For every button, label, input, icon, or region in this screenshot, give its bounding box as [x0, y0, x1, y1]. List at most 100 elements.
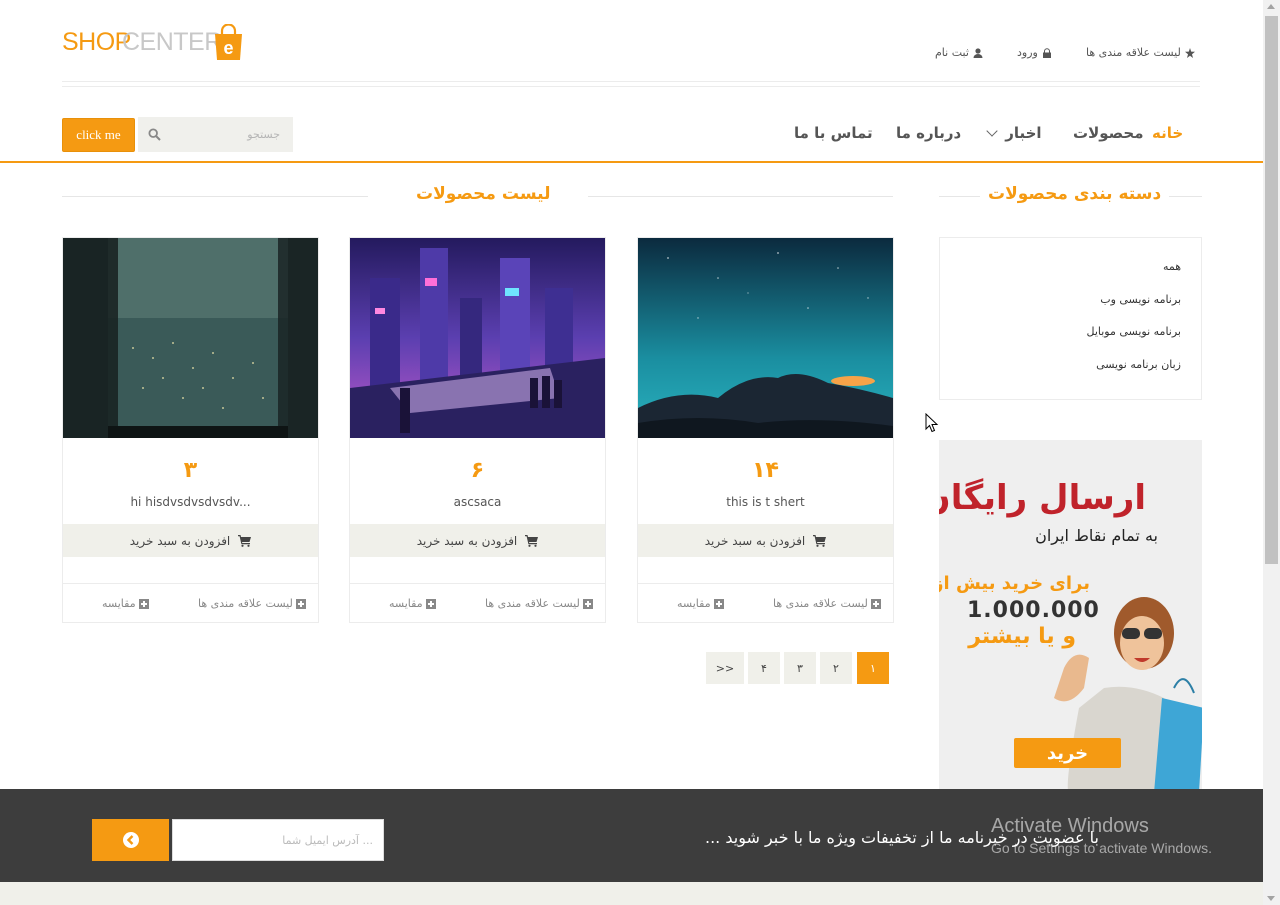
wishlist-label: لیست علاقه مندی ها — [773, 597, 868, 610]
nav-underline — [0, 161, 1263, 163]
toplink-register[interactable]: ثبت نام — [935, 46, 983, 59]
toplink-wishlist-label: لیست علاقه مندی ها — [1086, 46, 1181, 59]
card-divider — [63, 583, 318, 584]
toplink-wishlist[interactable]: لیست علاقه مندی ها — [1086, 46, 1195, 59]
sidebar-title: دسته بندی محصولات — [980, 184, 1170, 204]
add-to-wishlist-link[interactable]: لیست علاقه مندی ها — [773, 597, 881, 610]
mouse-cursor-icon — [925, 413, 939, 433]
product-name[interactable]: hi hisdvsdvsdvsdv... — [63, 495, 318, 509]
plus-icon — [295, 598, 306, 609]
category-list: همه برنامه نویسی وب برنامه نویسی موبایل … — [939, 237, 1202, 400]
cart-icon — [525, 534, 539, 547]
nav-news-label: اخبار — [1005, 124, 1042, 142]
product-price: ۱۴ — [752, 458, 779, 483]
page-3[interactable]: ۳ — [784, 652, 816, 684]
page-4[interactable]: ۴ — [748, 652, 780, 684]
search-box — [138, 117, 293, 152]
shopping-bag-icon: e — [215, 24, 242, 60]
free-shipping-banner[interactable]: ارسال رایگان به تمام نقاط ایران برای خری… — [939, 440, 1202, 789]
arrow-circle-left-icon — [122, 832, 139, 848]
add-to-wishlist-link[interactable]: لیست علاقه مندی ها — [198, 597, 306, 610]
page-next[interactable]: >> — [706, 652, 744, 684]
cart-icon — [813, 534, 827, 547]
nav-contact[interactable]: تماس با ما — [794, 124, 873, 142]
wishlist-label: لیست علاقه مندی ها — [198, 597, 293, 610]
banner-amount: 1.000.000 — [967, 598, 1100, 623]
nav-about[interactable]: درباره ما — [896, 124, 961, 142]
plus-icon — [870, 598, 881, 609]
search-input[interactable] — [168, 117, 288, 152]
user-icon — [973, 47, 983, 58]
category-item[interactable]: برنامه نویسی موبایل — [1087, 325, 1182, 338]
product-price: ۶ — [470, 458, 485, 483]
card-divider — [638, 583, 893, 584]
compare-label: مقایسه — [389, 597, 423, 610]
wishlist-label: لیست علاقه مندی ها — [485, 597, 580, 610]
card-divider — [350, 583, 605, 584]
product-name[interactable]: ascsaca — [350, 495, 605, 509]
toplink-login[interactable]: ورود — [1017, 46, 1052, 59]
scroll-up-icon[interactable] — [1267, 4, 1275, 9]
logo-shop-text: SHOP — [62, 28, 131, 56]
header-divider-2 — [62, 86, 1200, 87]
compare-link[interactable]: مقایسه — [389, 597, 436, 610]
product-price: ۳ — [183, 458, 198, 483]
page-2[interactable]: ۲ — [820, 652, 852, 684]
category-item[interactable]: برنامه نویسی وب — [1100, 293, 1181, 306]
product-image[interactable] — [63, 238, 318, 438]
product-image[interactable] — [350, 238, 605, 438]
newsletter-submit-button[interactable] — [92, 819, 169, 861]
compare-label: مقایسه — [102, 597, 136, 610]
nav-news[interactable]: اخبار — [986, 124, 1042, 142]
banner-line3: و یا بیشتر — [968, 624, 1076, 649]
compare-link[interactable]: مقایسه — [102, 597, 149, 610]
cart-icon — [238, 534, 252, 547]
add-to-cart-label: افزودن به سبد خرید — [129, 533, 231, 548]
plus-icon — [425, 598, 436, 609]
product-image[interactable] — [638, 238, 893, 438]
plus-icon — [582, 598, 593, 609]
product-name[interactable]: this is t shert — [638, 495, 893, 509]
category-item[interactable]: همه — [1163, 260, 1181, 273]
scroll-thumb[interactable] — [1265, 16, 1278, 564]
add-to-cart-button[interactable]: افزودن به سبد خرید — [350, 524, 605, 557]
compare-link[interactable]: مقایسه — [677, 597, 724, 610]
banner-line1: برای خرید بیش از — [939, 573, 1090, 594]
activate-windows-title: Activate Windows — [991, 815, 1149, 837]
star-icon — [1184, 47, 1195, 58]
logo-badge-text: e — [223, 38, 233, 58]
product-card: ۶ ascsaca افزودن به سبد خرید لیست علاقه … — [349, 237, 606, 623]
products-title: لیست محصولات — [408, 184, 559, 204]
nav-products[interactable]: محصولات — [1073, 124, 1144, 142]
toplink-login-label: ورود — [1017, 46, 1038, 59]
page-scrollbar[interactable] — [1263, 0, 1280, 905]
add-to-wishlist-link[interactable]: لیست علاقه مندی ها — [485, 597, 593, 610]
category-item[interactable]: زبان برنامه نویسی — [1096, 358, 1181, 371]
header-divider — [62, 81, 1200, 82]
banner-subtitle: به تمام نقاط ایران — [1035, 526, 1158, 545]
plus-icon — [713, 598, 724, 609]
product-card: ۱۴ this is t shert افزودن به سبد خرید لی… — [637, 237, 894, 623]
banner-buy-button[interactable]: خرید — [1014, 738, 1121, 768]
activate-windows-subtitle: Go to Settings to activate Windows. — [991, 840, 1212, 856]
product-card: ۳ hi hisdvsdvsdvsdv... افزودن به سبد خری… — [62, 237, 319, 623]
add-to-cart-label: افزودن به سبد خرید — [704, 533, 806, 548]
chevron-down-icon — [986, 125, 998, 137]
banner-title: ارسال رایگان — [939, 478, 1147, 518]
add-to-cart-button[interactable]: افزودن به سبد خرید — [63, 524, 318, 557]
add-to-cart-button[interactable]: افزودن به سبد خرید — [638, 524, 893, 557]
plus-icon — [138, 598, 149, 609]
lock-icon — [1042, 47, 1051, 58]
search-button[interactable]: click me — [62, 118, 135, 152]
page-1[interactable]: ۱ — [857, 652, 889, 684]
site-logo[interactable]: SHOP CENTER e — [62, 22, 247, 64]
add-to-cart-label: افزودن به سبد خرید — [416, 533, 518, 548]
logo-center-text: CENTER — [122, 28, 222, 56]
nav-home[interactable]: خانه — [1152, 124, 1183, 142]
search-icon[interactable] — [148, 128, 161, 141]
compare-label: مقایسه — [677, 597, 711, 610]
scroll-down-icon[interactable] — [1267, 896, 1275, 901]
email-field[interactable] — [172, 819, 384, 861]
bottom-strip — [0, 882, 1263, 905]
toplink-register-label: ثبت نام — [935, 46, 969, 59]
